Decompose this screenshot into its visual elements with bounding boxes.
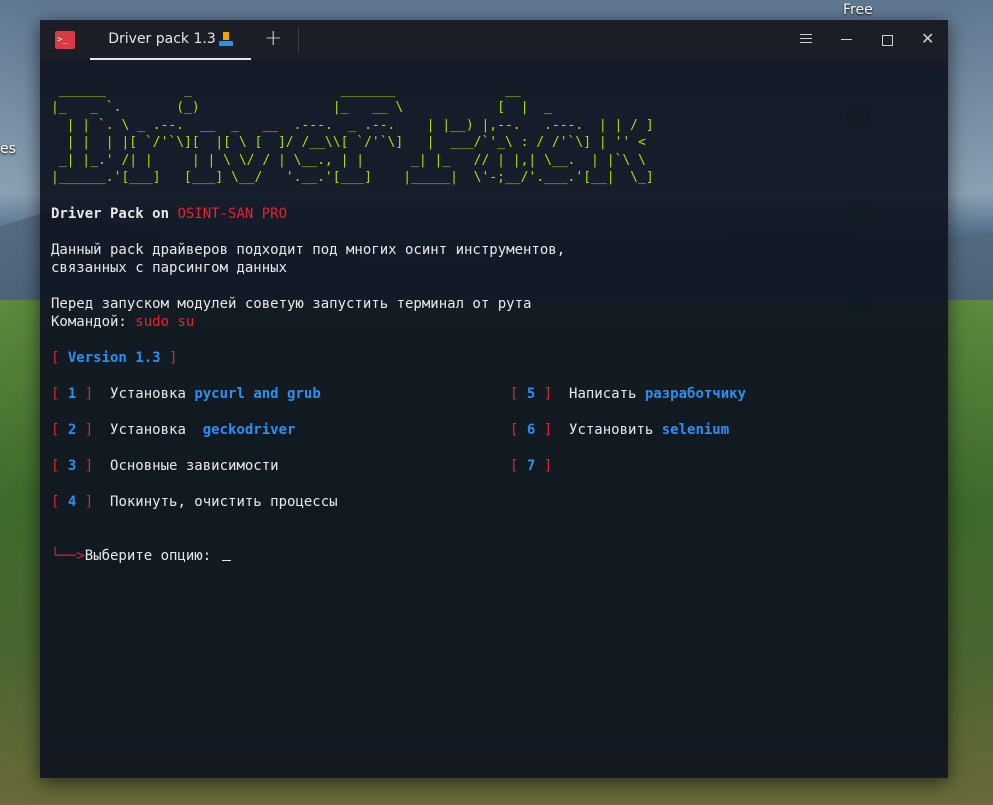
description-line-1: Данный pack драйверов подходит под многи… — [51, 242, 566, 258]
tab-driver-pack[interactable]: Driver pack 1.3 — [90, 20, 251, 60]
menu-option-6[interactable]: [ 6 ] Установить selenium — [510, 421, 729, 439]
description-line-2: связанных с парсингом данных — [51, 260, 288, 276]
tab-divider — [298, 27, 299, 53]
tab-title: Driver pack 1.3 — [108, 31, 216, 47]
prompt-text: Выберите опцию: — [84, 548, 220, 564]
terminal-output[interactable]: ______ _ _______ __ |_ _ `. (_) |_ __ \ … — [40, 60, 948, 778]
header-highlight: OSINT-SAN PRO — [177, 206, 288, 222]
header-prefix: Driver Pack on — [51, 206, 178, 222]
title-bar[interactable]: >_ Driver pack 1.3 + ✕ — [40, 20, 948, 60]
version-line: [ Version 1.3 ] — [51, 349, 177, 367]
hint-line: Перед запуском модулей советую запустить… — [51, 296, 532, 312]
version-text: Version 1.3 — [67, 350, 161, 366]
command-prefix: Командой: — [51, 314, 136, 330]
prompt-arrow: └──> — [51, 548, 85, 564]
desktop-label-side[interactable]: es — [0, 141, 16, 157]
menu-option-1[interactable]: [ 1 ] Установка pycurl and grub — [51, 385, 321, 403]
new-tab-button[interactable]: + — [264, 28, 282, 50]
text-cursor — [221, 547, 231, 561]
menu-option-7[interactable]: [ 7 ] — [510, 457, 569, 475]
terminal-window[interactable]: >_ Driver pack 1.3 + ✕ ______ _ _______ … — [40, 20, 948, 778]
version-bracket-open: [ — [51, 350, 68, 366]
close-icon[interactable]: ✕ — [921, 30, 934, 48]
menu-option-5[interactable]: [ 5 ] Написать разработчику — [510, 385, 746, 403]
command-value: sudo su — [135, 314, 195, 330]
minimize-icon[interactable] — [841, 39, 852, 40]
terminal-app-icon: >_ — [55, 31, 75, 49]
hamburger-menu-icon[interactable] — [800, 31, 812, 46]
version-bracket-close: ] — [160, 350, 178, 366]
menu-option-4[interactable]: [ 4 ] Покинуть, очистить процессы — [51, 493, 338, 511]
ascii-banner: ______ _ _______ __ |_ _ `. (_) |_ __ \ … — [51, 83, 654, 186]
download-icon — [218, 32, 233, 46]
command-line: Командой: sudo su — [51, 313, 194, 331]
header-line: Driver Pack on OSINT-SAN PRO — [51, 205, 287, 223]
menu-option-3[interactable]: [ 3 ] Основные зависимости — [51, 457, 279, 475]
menu-option-2[interactable]: [ 2 ] Установка geckodriver — [51, 421, 295, 439]
desktop-label-free[interactable]: Free — [843, 2, 873, 18]
input-prompt[interactable]: └──>Выберите опцию: — [51, 547, 231, 565]
maximize-icon[interactable] — [882, 35, 893, 46]
